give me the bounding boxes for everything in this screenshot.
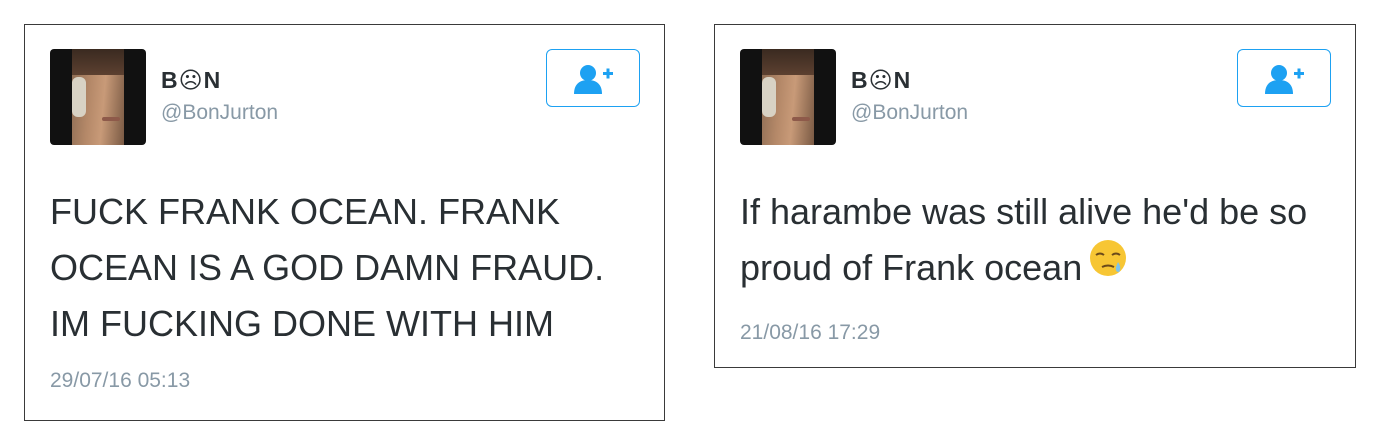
tweet-card: B☹N @BonJurton If harambe was still aliv… [714, 24, 1356, 368]
tweet-timestamp[interactable]: 29/07/16 05:13 [50, 369, 190, 393]
tweet-timestamp[interactable]: 21/08/16 17:29 [740, 321, 880, 345]
avatar[interactable] [740, 49, 836, 145]
avatar-mouth [102, 117, 120, 121]
sleepy-face-emoji [1088, 238, 1128, 294]
add-user-icon [574, 65, 613, 94]
avatar-pillow [72, 77, 86, 117]
user-handle[interactable]: @BonJurton [851, 101, 968, 125]
avatar[interactable] [50, 49, 146, 145]
avatar-pillow [762, 77, 776, 117]
tweet-text: If harambe was still alive he'd be so pr… [740, 184, 1340, 296]
follow-button[interactable] [546, 49, 640, 107]
avatar-hair [762, 49, 814, 75]
display-name[interactable]: B☹N [851, 67, 911, 94]
follow-button[interactable] [1237, 49, 1331, 107]
user-handle[interactable]: @BonJurton [161, 101, 278, 125]
tweet-text-body: If harambe was still alive he'd be so pr… [740, 191, 1318, 288]
display-name[interactable]: B☹N [161, 67, 221, 94]
avatar-mouth [792, 117, 810, 121]
avatar-hair [72, 49, 124, 75]
add-user-icon [1265, 65, 1304, 94]
tweet-card: B☹N @BonJurton FUCK FRANK OCEAN. FRANK O… [24, 24, 665, 421]
tweet-text: FUCK FRANK OCEAN. FRANK OCEAN IS A GOD D… [50, 191, 615, 344]
